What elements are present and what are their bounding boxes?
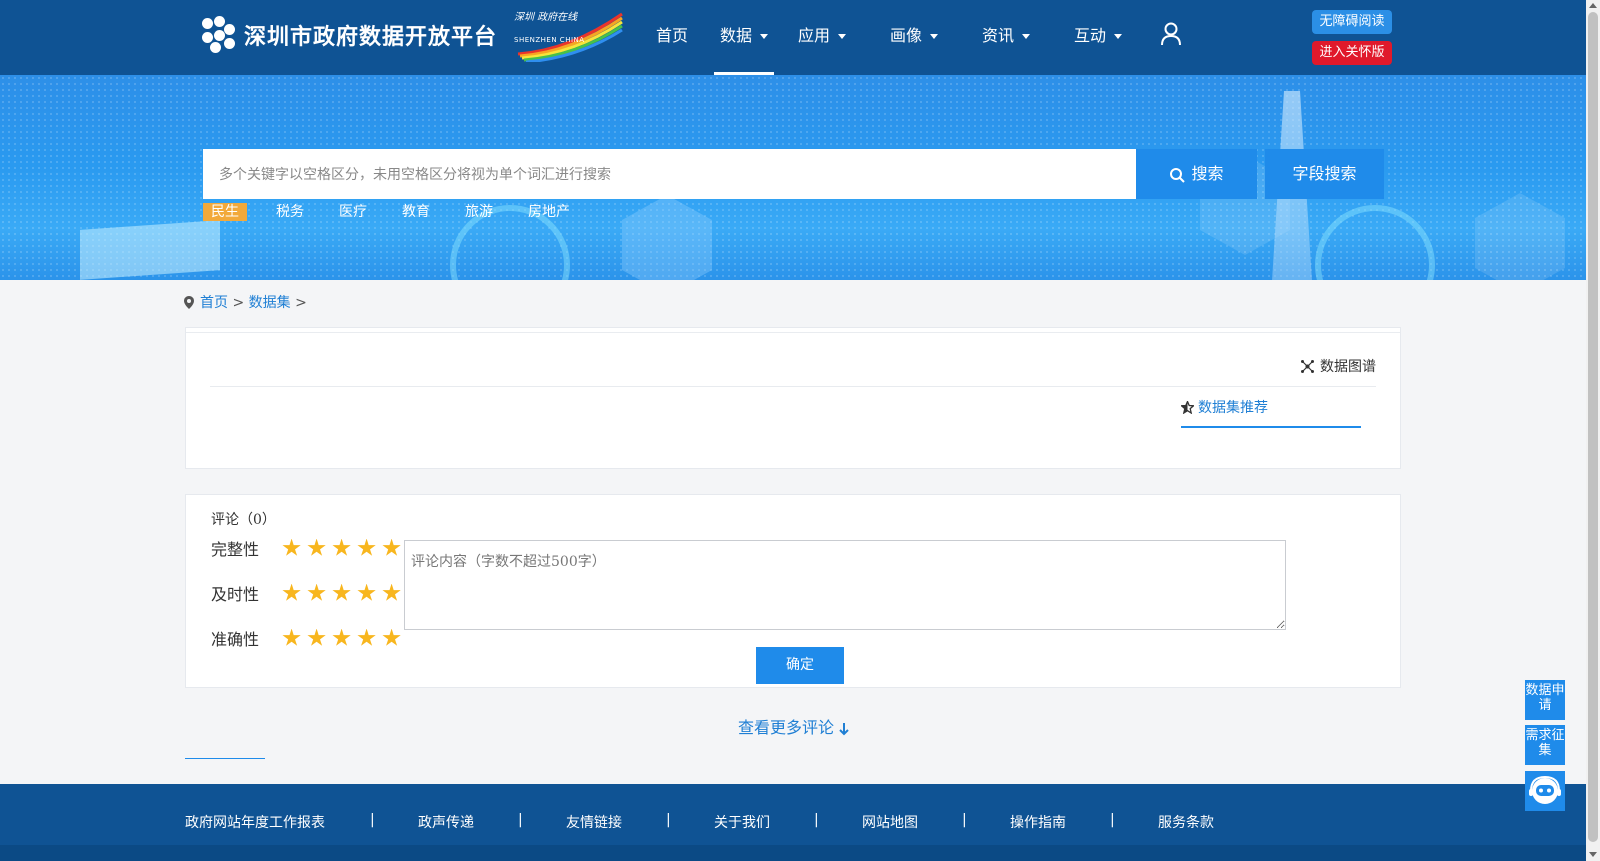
nav-interact[interactable]: 互动 xyxy=(1074,0,1123,75)
accessible-reading-button[interactable]: 无障碍阅读 xyxy=(1312,10,1392,34)
tag-item[interactable]: 旅游 xyxy=(465,203,493,221)
dataset-panel: 数据图谱 数据集推荐 xyxy=(185,327,1401,469)
search-icon xyxy=(1170,167,1186,183)
site-title: 深圳市政府数据开放平台 xyxy=(244,25,498,50)
rating-completeness: 完整性 xyxy=(211,536,407,560)
data-graph-link[interactable]: 数据图谱 xyxy=(1301,356,1376,376)
star-icon[interactable] xyxy=(332,538,351,556)
comment-textarea[interactable] xyxy=(404,540,1286,630)
caret-down-icon xyxy=(1022,34,1031,39)
footer-link[interactable]: 操作指南 xyxy=(1010,812,1066,832)
breadcrumb-separator: > xyxy=(232,295,245,311)
scroll-down-icon[interactable] xyxy=(1589,852,1597,857)
caret-down-icon xyxy=(1114,34,1123,39)
care-mode-button[interactable]: 进入关怀版 xyxy=(1312,41,1392,65)
footer-link[interactable]: 关于我们 xyxy=(714,812,770,832)
star-icon[interactable] xyxy=(382,583,401,601)
footer-link[interactable]: 网站地图 xyxy=(862,812,918,832)
demand-collect-button[interactable]: 需求征集 xyxy=(1525,725,1565,765)
badge-subtext: SHENZHEN CHINA xyxy=(514,36,585,44)
field-search-button[interactable]: 字段搜索 xyxy=(1265,149,1384,199)
search-input[interactable] xyxy=(203,149,1136,199)
star-icon[interactable] xyxy=(382,628,401,646)
footer-separator: | xyxy=(370,812,375,828)
breadcrumb-dataset[interactable]: 数据集 xyxy=(249,295,291,311)
rating-timeliness: 及时性 xyxy=(211,581,407,605)
star-icon[interactable] xyxy=(282,583,301,601)
user-icon[interactable] xyxy=(1160,22,1182,46)
caret-down-icon xyxy=(838,34,847,39)
rating-label: 准确性 xyxy=(211,630,260,649)
footer-separator: | xyxy=(1110,812,1115,828)
breadcrumb: 首页 > 数据集 > xyxy=(184,292,307,312)
star-icon[interactable] xyxy=(332,628,351,646)
star-icon[interactable] xyxy=(282,628,301,646)
site-logo[interactable]: 深圳市政府数据开放平台 xyxy=(202,16,498,53)
star-icon[interactable] xyxy=(307,628,326,646)
scrollbar-thumb[interactable] xyxy=(1588,12,1598,842)
comment-panel: 评论（0） 完整性 及时性 准确性 确定 xyxy=(185,494,1401,688)
star-icon[interactable] xyxy=(357,628,376,646)
location-pin-icon xyxy=(184,296,194,309)
star-icon[interactable] xyxy=(357,538,376,556)
tag-item[interactable]: 教育 xyxy=(402,203,430,221)
more-comments-link[interactable]: 查看更多评论 xyxy=(738,714,849,738)
star-icon[interactable] xyxy=(357,583,376,601)
top-header: 深圳市政府数据开放平台 深圳 政府在线 SHENZHEN CHINA 首页 数据… xyxy=(0,0,1586,75)
tag-item[interactable]: 税务 xyxy=(276,203,304,221)
tag-item[interactable]: 房地产 xyxy=(528,203,570,221)
star-icon[interactable] xyxy=(282,538,301,556)
rating-accuracy: 准确性 xyxy=(211,626,407,650)
scroll-up-icon[interactable] xyxy=(1589,3,1597,8)
robot-icon xyxy=(1529,775,1561,804)
badge-text: 深圳 政府在线 xyxy=(514,12,578,23)
star-outline-icon xyxy=(1179,399,1196,415)
footer-link[interactable]: 政声传递 xyxy=(418,812,474,832)
star-icon[interactable] xyxy=(382,538,401,556)
robot-assistant-button[interactable] xyxy=(1525,771,1565,811)
nav-portrait[interactable]: 画像 xyxy=(890,0,939,75)
footer-link[interactable]: 友情链接 xyxy=(566,812,622,832)
footer-separator: | xyxy=(962,812,967,828)
nav-apps[interactable]: 应用 xyxy=(798,0,847,75)
star-icon[interactable] xyxy=(307,538,326,556)
comment-title: 评论（0） xyxy=(211,512,276,528)
caret-down-icon xyxy=(760,34,769,39)
footer-link[interactable]: 服务条款 xyxy=(1158,812,1214,832)
tag-item[interactable]: 民生 xyxy=(203,203,247,221)
nav-news[interactable]: 资讯 xyxy=(982,0,1031,75)
breadcrumb-separator: > xyxy=(295,295,307,311)
footer-link[interactable]: 政府网站年度工作报表 xyxy=(185,812,325,832)
tag-item[interactable]: 医疗 xyxy=(339,203,367,221)
caret-down-icon xyxy=(930,34,939,39)
data-apply-button[interactable]: 数据申请 xyxy=(1525,680,1565,720)
shenzhen-online-badge[interactable]: 深圳 政府在线 SHENZHEN CHINA xyxy=(510,10,630,64)
star-icon[interactable] xyxy=(332,583,351,601)
graph-icon xyxy=(1301,360,1314,373)
star-icon[interactable] xyxy=(307,583,326,601)
nav-home[interactable]: 首页 xyxy=(656,0,688,75)
nav-data[interactable]: 数据 xyxy=(713,0,775,75)
dataset-recommend-tab[interactable]: 数据集推荐 xyxy=(1179,394,1361,428)
footer-separator: | xyxy=(666,812,671,828)
rating-label: 及时性 xyxy=(211,585,260,604)
search-button[interactable]: 搜索 xyxy=(1136,149,1257,199)
arrow-down-icon xyxy=(839,723,849,736)
breadcrumb-home[interactable]: 首页 xyxy=(200,295,228,311)
submit-comment-button[interactable]: 确定 xyxy=(756,647,844,684)
footer-separator: | xyxy=(814,812,819,828)
footer-separator: | xyxy=(518,812,523,828)
rating-label: 完整性 xyxy=(211,540,260,559)
logo-icon xyxy=(202,16,236,53)
